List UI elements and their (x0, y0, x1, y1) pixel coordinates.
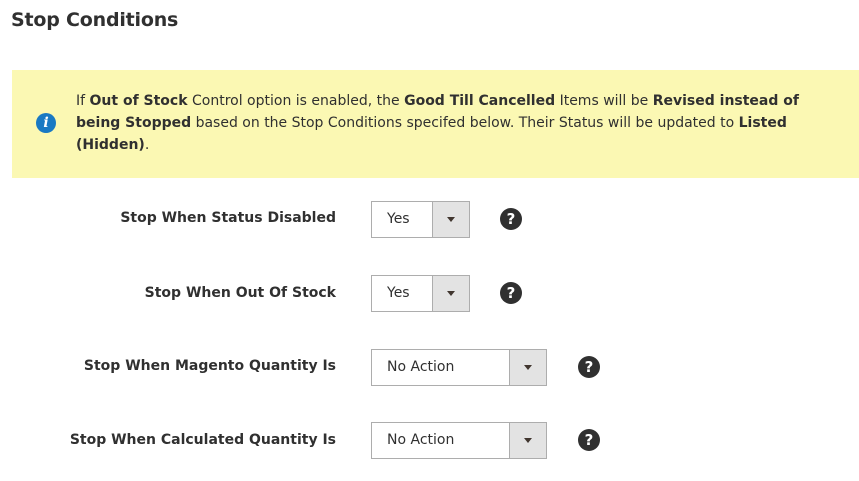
stop-when-out-of-stock-label: Stop When Out Of Stock (144, 285, 336, 301)
select-value: No Action (387, 359, 455, 375)
chevron-down-icon[interactable] (432, 276, 469, 311)
select-value: No Action (387, 432, 455, 448)
notice-text-part: Good Till Cancelled (404, 93, 556, 109)
select-value: Yes (387, 211, 410, 227)
question-circle-icon[interactable]: ? (500, 208, 522, 230)
question-circle-icon[interactable]: ? (500, 282, 522, 304)
stop-when-status-disabled-select[interactable]: Yes (371, 201, 470, 238)
chevron-down-icon[interactable] (509, 350, 546, 385)
select-value: Yes (387, 285, 410, 301)
question-circle-icon[interactable]: ? (578, 429, 600, 451)
stop-when-out-of-stock-select[interactable]: Yes (371, 275, 470, 312)
notice-text-part: based on the Stop Conditions specifed be… (191, 115, 739, 131)
notice-text: If Out of Stock Control option is enable… (76, 90, 846, 156)
stop-when-status-disabled-label: Stop When Status Disabled (120, 210, 336, 226)
stop-when-calculated-quantity-label: Stop When Calculated Quantity Is (69, 432, 336, 448)
section-title: Stop Conditions (11, 9, 179, 31)
notice-text-part: Out of Stock (89, 93, 188, 109)
notice-text-part: Control option is enabled, the (187, 93, 405, 109)
info-icon: i (36, 113, 56, 133)
stop-when-calculated-quantity-select[interactable]: No Action (371, 422, 547, 459)
stop-when-magento-quantity-select[interactable]: No Action (371, 349, 547, 386)
stop-when-magento-quantity-label: Stop When Magento Quantity Is (83, 358, 336, 374)
notice-text-part: Items will be (555, 93, 653, 109)
chevron-down-icon[interactable] (432, 202, 469, 237)
info-notice: i If Out of Stock Control option is enab… (12, 70, 859, 178)
notice-text-part: . (144, 137, 150, 153)
notice-text-part: If (76, 93, 90, 109)
question-circle-icon[interactable]: ? (578, 356, 600, 378)
chevron-down-icon[interactable] (509, 423, 546, 458)
